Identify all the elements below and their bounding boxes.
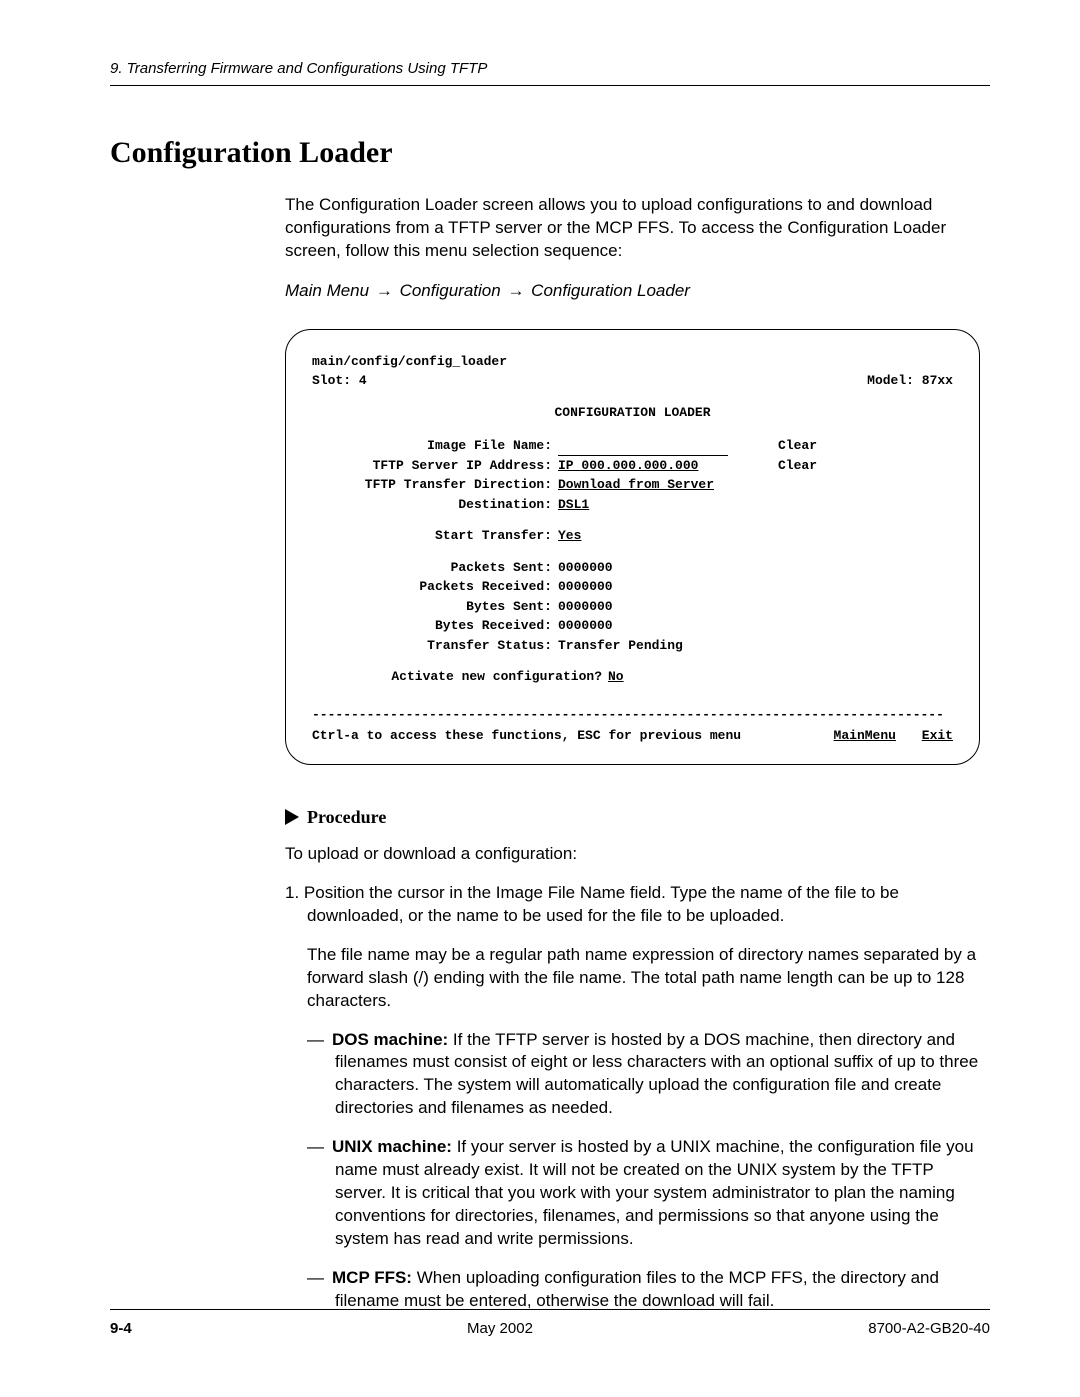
image-file-field[interactable] <box>558 443 728 456</box>
procedure-intro: To upload or download a configuration: <box>285 844 980 864</box>
intro-paragraph: The Configuration Loader screen allows y… <box>285 194 980 263</box>
footer-date: May 2002 <box>467 1320 533 1337</box>
slot-line: Slot: 4 <box>312 371 367 391</box>
mcp-item: —MCP FFS: When uploading configuration f… <box>335 1267 980 1313</box>
unix-head: UNIX machine: <box>332 1137 452 1156</box>
page-number: 9-4 <box>110 1320 132 1337</box>
procedure-heading: Procedure <box>285 807 980 828</box>
bytes-sent-label: Bytes Sent: <box>312 597 558 617</box>
start-transfer-label: Start Transfer: <box>312 526 558 546</box>
transfer-status-value: Transfer Pending <box>558 636 778 656</box>
direction-field[interactable]: Download from Server <box>558 477 714 492</box>
body: The Configuration Loader screen allows y… <box>285 194 980 1313</box>
activate-label: Activate new configuration? <box>312 667 608 687</box>
mainmenu-link[interactable]: MainMenu <box>834 728 896 743</box>
menu-path-b: Configuration <box>400 281 501 300</box>
dash-icon: — <box>307 1268 332 1287</box>
menu-path-c: Configuration Loader <box>531 281 690 300</box>
clear-button[interactable]: Clear <box>778 456 953 476</box>
packets-sent-value: 0000000 <box>558 558 778 578</box>
page-footer: 9-4 May 2002 8700-A2-GB20-40 <box>110 1309 990 1337</box>
packets-sent-label: Packets Sent: <box>312 558 558 578</box>
terminal-title: CONFIGURATION LOADER <box>312 403 953 423</box>
arrow-icon: → <box>374 281 395 300</box>
clear-button[interactable]: Clear <box>778 436 953 456</box>
menu-path-a: Main Menu <box>285 281 369 300</box>
procedure-label: Procedure <box>307 807 386 828</box>
transfer-status-label: Transfer Status: <box>312 636 558 656</box>
header-rule <box>110 85 990 86</box>
model-value: 87xx <box>922 373 953 388</box>
procedure-list: 1. Position the cursor in the Image File… <box>285 882 980 1313</box>
terminal-help: Ctrl-a to access these functions, ESC fo… <box>312 726 741 746</box>
destination-label: Destination: <box>312 495 558 515</box>
ip-field[interactable]: IP 000.000.000.000 <box>558 458 698 473</box>
terminal-screen: main/config/config_loader Slot: 4 Model:… <box>285 329 980 765</box>
dash-icon: — <box>307 1137 332 1156</box>
exit-link[interactable]: Exit <box>922 728 953 743</box>
dash-icon: — <box>307 1030 332 1049</box>
terminal-separator: ----------------------------------------… <box>312 705 953 725</box>
dos-head: DOS machine: <box>332 1030 448 1049</box>
arrow-icon: → <box>505 281 526 300</box>
slot-value: 4 <box>359 373 367 388</box>
model-line: Model: 87xx <box>867 371 953 391</box>
menu-path: Main Menu → Configuration → Configuratio… <box>285 281 980 301</box>
activate-field[interactable]: No <box>608 669 624 684</box>
procedure-step-1: 1. Position the cursor in the Image File… <box>307 882 980 928</box>
direction-label: TFTP Transfer Direction: <box>312 475 558 495</box>
unix-item: —UNIX machine: If your server is hosted … <box>335 1136 980 1251</box>
packets-received-value: 0000000 <box>558 577 778 597</box>
running-header: 9. Transferring Firmware and Configurati… <box>110 60 990 77</box>
bytes-sent-value: 0000000 <box>558 597 778 617</box>
start-transfer-field[interactable]: Yes <box>558 528 581 543</box>
dos-item: —DOS machine: If the TFTP server is host… <box>335 1029 980 1121</box>
footer-doc: 8700-A2-GB20-40 <box>868 1320 990 1337</box>
model-label: Model: <box>867 373 914 388</box>
mcp-body: When uploading configuration files to th… <box>335 1268 939 1310</box>
image-file-label: Image File Name: <box>312 436 558 456</box>
triangle-icon <box>285 809 299 825</box>
ip-label: TFTP Server IP Address: <box>312 456 558 476</box>
procedure-step-1b: The file name may be a regular path name… <box>307 944 980 1013</box>
step-number: 1. <box>285 883 299 902</box>
footer-rule <box>110 1309 990 1310</box>
mcp-head: MCP FFS: <box>332 1268 412 1287</box>
slot-label: Slot: <box>312 373 351 388</box>
bytes-received-label: Bytes Received: <box>312 616 558 636</box>
bytes-received-value: 0000000 <box>558 616 778 636</box>
section-title: Configuration Loader <box>110 136 990 170</box>
terminal-path: main/config/config_loader <box>312 352 953 372</box>
destination-field[interactable]: DSL1 <box>558 497 589 512</box>
packets-received-label: Packets Received: <box>312 577 558 597</box>
page: 9. Transferring Firmware and Configurati… <box>0 0 1080 1397</box>
step-text: Position the cursor in the Image File Na… <box>304 883 899 925</box>
